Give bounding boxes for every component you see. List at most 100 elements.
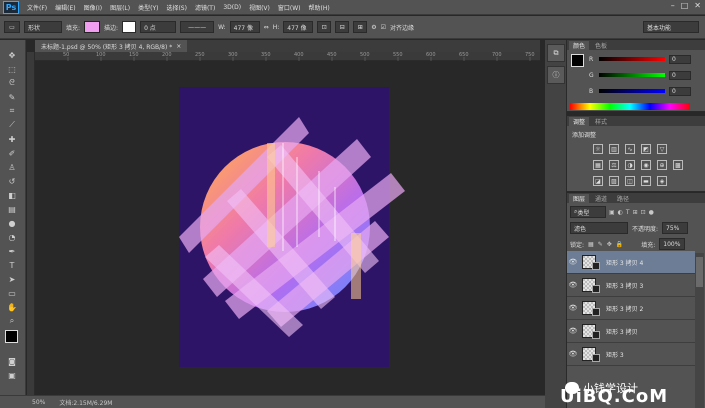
marquee-tool-icon[interactable]: ⬚ [0, 62, 24, 76]
history-panel-icon[interactable]: ⧉ [547, 44, 565, 62]
shape-mode-select[interactable]: 形状 [24, 21, 62, 33]
menu-file[interactable]: 文件(F) [27, 3, 47, 12]
path-ops-icon[interactable]: ⊡ [317, 21, 332, 33]
curves-icon[interactable]: ∿ [625, 144, 635, 154]
width-input[interactable]: 477 像 [229, 21, 260, 33]
tab-adjustments[interactable]: 调整 [569, 117, 590, 126]
eye-icon[interactable]: 👁 [567, 258, 579, 266]
gear-icon[interactable]: ⚙ [371, 24, 376, 31]
lasso-tool-icon[interactable]: ᘓ [0, 76, 24, 90]
pen-tool-icon[interactable]: ✒ [0, 244, 24, 258]
screen-mode-icon[interactable]: ▣ [0, 368, 24, 382]
gradient-tool-icon[interactable]: ▤ [0, 202, 24, 216]
menu-image[interactable]: 图像(I) [84, 3, 102, 12]
path-arrange-icon[interactable]: ⊞ [353, 21, 368, 33]
artwork[interactable] [35, 61, 540, 395]
red-value-input[interactable]: 0 [669, 54, 691, 64]
layer-row[interactable]: 👁 矩形 3 拷贝 2 [567, 297, 695, 320]
invert-icon[interactable]: ◪ [593, 176, 603, 186]
menu-layer[interactable]: 图层(L) [110, 3, 130, 12]
channel-mixer-icon[interactable]: ⊕ [657, 160, 667, 170]
color-spectrum-bar[interactable] [570, 103, 690, 110]
green-slider[interactable] [599, 73, 665, 77]
tab-layers[interactable]: 图层 [569, 194, 590, 203]
menu-view[interactable]: 视图(V) [249, 3, 270, 12]
brush-tool-icon[interactable]: ✐ [0, 146, 24, 160]
minimize-icon[interactable]: – [671, 1, 675, 10]
red-slider[interactable] [599, 57, 665, 61]
foreground-color-swatch[interactable] [5, 330, 18, 343]
fill-color-swatch[interactable] [84, 21, 101, 33]
black-white-icon[interactable]: ◑ [625, 160, 635, 170]
path-select-tool-icon[interactable]: ➤ [0, 272, 24, 286]
blend-mode-select[interactable]: 滤色 [570, 222, 628, 234]
tab-styles[interactable]: 样式 [591, 117, 611, 126]
stroke-type-select[interactable]: ——— [180, 21, 215, 33]
pixel-filter-icon[interactable]: ▣ [609, 209, 615, 216]
eye-icon[interactable]: 👁 [567, 327, 579, 335]
menu-select[interactable]: 选择(S) [166, 3, 187, 12]
selective-color-icon[interactable]: ◈ [657, 176, 667, 186]
blue-slider[interactable] [599, 89, 665, 93]
close-icon[interactable]: ✕ [694, 1, 701, 10]
brightness-icon[interactable]: ☼ [593, 144, 603, 154]
color-foreground-swatch[interactable] [571, 54, 584, 67]
opacity-input[interactable]: 75% [662, 222, 689, 234]
close-tab-icon[interactable]: × [176, 43, 181, 50]
threshold-icon[interactable]: ◫ [625, 176, 635, 186]
align-edges-checkbox[interactable]: ☑ [381, 24, 386, 31]
hue-saturation-icon[interactable]: ▦ [593, 160, 603, 170]
menu-type[interactable]: 类型(Y) [138, 3, 158, 12]
properties-panel-icon[interactable]: ⓘ [547, 66, 565, 84]
tab-channels[interactable]: 通道 [591, 194, 611, 203]
tool-preset-icon[interactable]: ▭ [4, 21, 20, 33]
workspace-select[interactable]: 基本功能 [643, 21, 699, 33]
layer-row[interactable]: 👁 矩形 3 拷贝 3 [567, 274, 695, 297]
eyedropper-tool-icon[interactable]: ⟋ [0, 118, 24, 132]
height-input[interactable]: 477 像 [283, 21, 314, 33]
dodge-tool-icon[interactable]: ◔ [0, 230, 24, 244]
color-lookup-icon[interactable]: ▩ [673, 160, 683, 170]
green-value-input[interactable]: 0 [669, 70, 691, 80]
lock-pixels-icon[interactable]: ▦ [588, 241, 594, 248]
hand-tool-icon[interactable]: ✋ [0, 300, 24, 314]
type-tool-icon[interactable]: T [0, 258, 24, 272]
adjust-filter-icon[interactable]: ◐ [618, 209, 623, 216]
levels-icon[interactable]: ▥ [609, 144, 619, 154]
layer-row[interactable]: 👁 矩形 3 拷贝 [567, 320, 695, 343]
filter-toggle-icon[interactable]: ● [649, 209, 654, 216]
vibrance-icon[interactable]: ▽ [657, 144, 667, 154]
move-tool-icon[interactable]: ✥ [0, 48, 24, 62]
lock-all-icon[interactable]: 🔒 [616, 241, 623, 248]
type-filter-icon[interactable]: T [626, 209, 630, 216]
eye-icon[interactable]: 👁 [567, 350, 579, 358]
stamp-tool-icon[interactable]: ♙ [0, 160, 24, 174]
maximize-icon[interactable]: □ [681, 1, 689, 10]
tab-paths[interactable]: 路径 [613, 194, 633, 203]
link-icon[interactable]: ⇔ [264, 24, 269, 31]
gradient-map-icon[interactable]: ▬ [641, 176, 651, 186]
eraser-tool-icon[interactable]: ◧ [0, 188, 24, 202]
quick-mask-icon[interactable]: ◙ [0, 354, 24, 368]
canvas-area[interactable] [35, 61, 540, 395]
menu-edit[interactable]: 编辑(E) [55, 3, 75, 12]
smart-filter-icon[interactable]: ⊡ [641, 209, 646, 216]
tab-swatches[interactable]: 色板 [591, 41, 611, 50]
layer-filter-select[interactable]: ⌕ 类型 [570, 206, 606, 218]
shape-filter-icon[interactable]: ⊞ [633, 209, 638, 216]
color-balance-icon[interactable]: ⚖ [609, 160, 619, 170]
healing-tool-icon[interactable]: ✚ [0, 132, 24, 146]
stroke-color-swatch[interactable] [122, 21, 137, 33]
layer-row[interactable]: 👁 矩形 3 拷贝 4 [567, 251, 695, 274]
blue-value-input[interactable]: 0 [669, 86, 691, 96]
lock-paint-icon[interactable]: ✎ [598, 241, 603, 248]
quick-select-tool-icon[interactable]: ✎ [0, 90, 24, 104]
menu-filter[interactable]: 滤镜(T) [195, 3, 215, 12]
eye-icon[interactable]: 👁 [567, 304, 579, 312]
menu-window[interactable]: 窗口(W) [278, 3, 301, 12]
document-tab[interactable]: 未标题-1.psd @ 50% (矩形 3 拷贝 4, RGB/8) * × [35, 40, 188, 52]
crop-tool-icon[interactable]: ⌗ [0, 104, 24, 118]
lock-position-icon[interactable]: ✥ [607, 241, 612, 248]
photo-filter-icon[interactable]: ◉ [641, 160, 651, 170]
tab-color[interactable]: 颜色 [569, 41, 590, 50]
